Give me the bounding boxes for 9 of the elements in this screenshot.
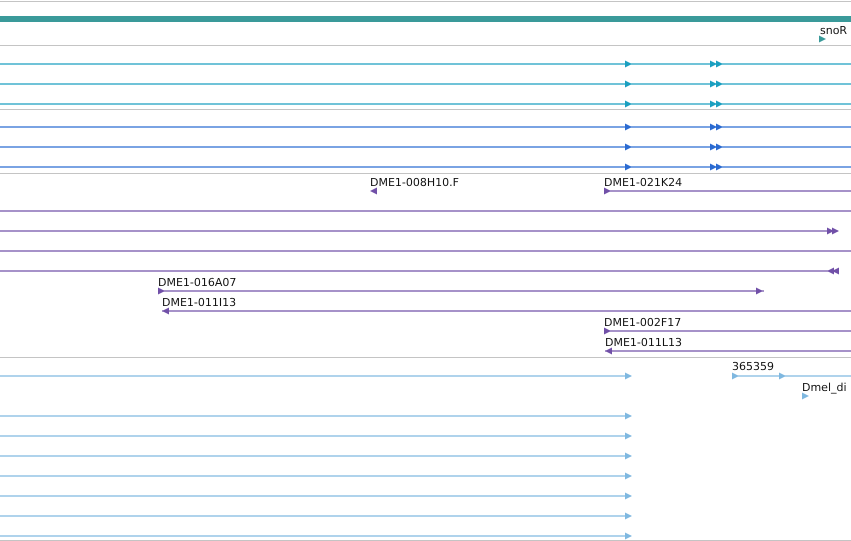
feature-label[interactable]: DME1-011I13 xyxy=(162,296,236,309)
feature-label[interactable]: DME1-016A07 xyxy=(158,276,236,289)
feature-label[interactable]: 365359 xyxy=(732,360,774,373)
feature-label[interactable]: Dmel_di xyxy=(802,381,847,394)
feature-label[interactable]: DME1-008H10.F xyxy=(370,176,459,189)
feature-label[interactable]: snoR xyxy=(820,24,848,37)
feature-label[interactable]: DME1-002F17 xyxy=(604,316,682,329)
feature-label[interactable]: DME1-011L13 xyxy=(605,336,682,349)
feature-label[interactable]: DME1-021K24 xyxy=(604,176,682,189)
